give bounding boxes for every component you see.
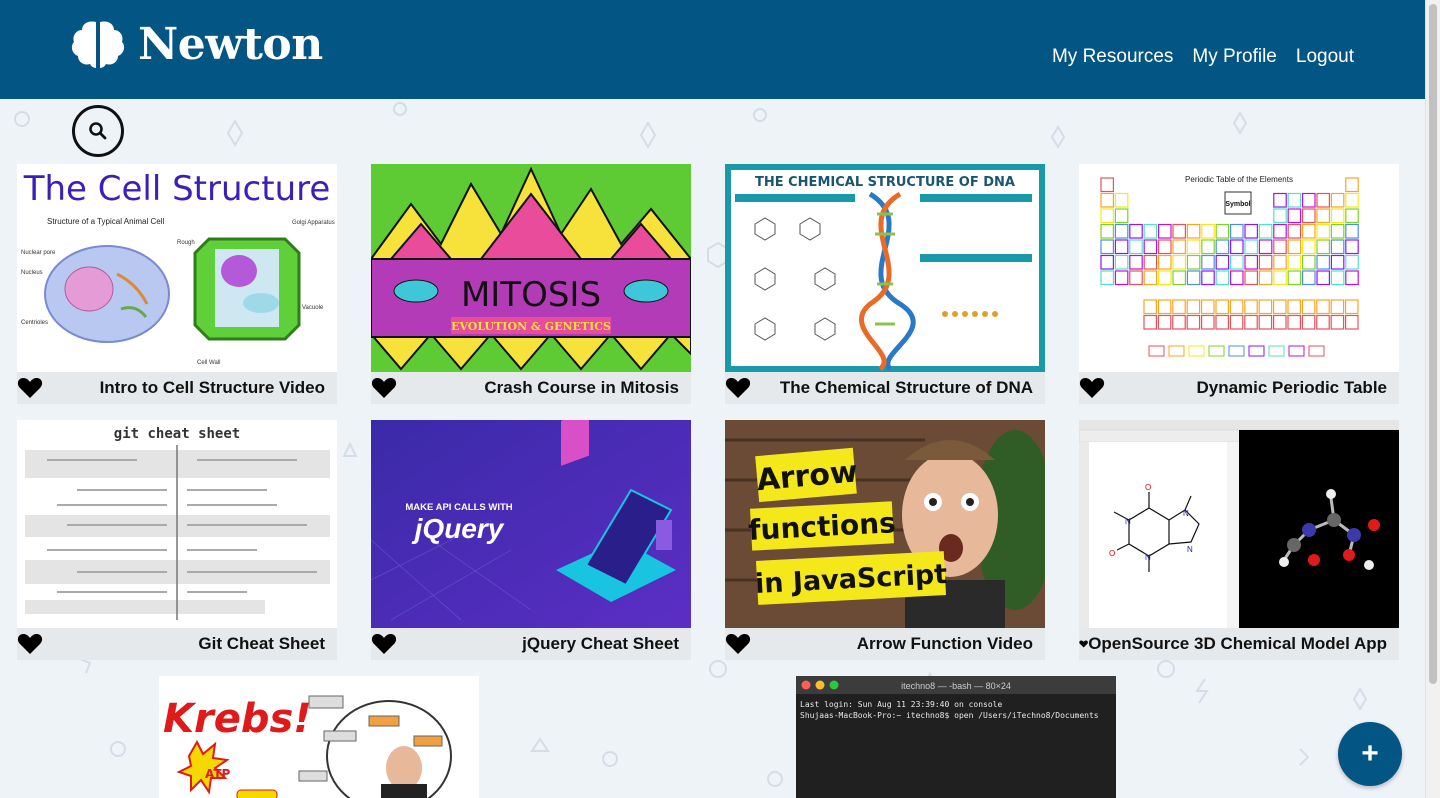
- thumb-caption: Last login: Sun Aug 11 23:39:40 on conso…: [800, 700, 1002, 709]
- card-thumbnail: THE CHEMICAL STRUCTURE OF DNA: [725, 164, 1045, 372]
- vertical-scrollbar[interactable]: [1425, 0, 1440, 798]
- svg-text:O: O: [1145, 483, 1151, 492]
- thumb-heading: Krebs!: [163, 696, 312, 742]
- svg-text:N: N: [1187, 545, 1193, 554]
- card-caption: Arrow Function Video: [725, 628, 1045, 660]
- plus-icon: +: [1361, 737, 1379, 770]
- search-button[interactable]: [72, 105, 124, 157]
- search-icon: [89, 122, 107, 140]
- heart-icon[interactable]: [1079, 632, 1088, 656]
- thumb-caption-2: Shujaas-MacBook-Pro:~ itechno8$ open /Us…: [800, 711, 1099, 720]
- card-caption: Dynamic Periodic Table: [1079, 372, 1399, 404]
- resource-card[interactable]: O O N N N N OpenSource 3D Chemical Model…: [1079, 420, 1399, 660]
- resource-card[interactable]: MAKE API CALLS WITH jQuery jQuery Cheat …: [371, 420, 691, 660]
- thumb-heading: MITOSIS: [461, 275, 601, 315]
- card-title: jQuery Cheat Sheet: [522, 634, 679, 653]
- main-nav: My Resources My Profile Logout: [1052, 46, 1354, 68]
- card-title: Arrow Function Video: [856, 634, 1033, 653]
- thumb-caption: ATP: [205, 767, 231, 781]
- thumb-heading: The Cell Structure: [23, 169, 331, 209]
- card-thumbnail: O O N N N N: [1079, 420, 1399, 628]
- svg-text:N: N: [1125, 517, 1131, 526]
- resource-card[interactable]: Periodic Table of the Elements Symbol Dy…: [1079, 164, 1399, 404]
- card-title: Crash Course in Mitosis: [484, 378, 679, 397]
- svg-text:N: N: [1145, 553, 1151, 562]
- card-thumbnail: Krebs! ATP: [159, 676, 479, 798]
- svg-text:Nuclear pore: Nuclear pore: [21, 250, 56, 256]
- thumb-caption: Symbol: [1225, 201, 1250, 208]
- svg-text:N: N: [1183, 509, 1189, 518]
- card-caption: OpenSource 3D Chemical Model App: [1079, 628, 1399, 660]
- card-caption: jQuery Cheat Sheet: [371, 628, 691, 660]
- add-resource-button[interactable]: +: [1338, 722, 1402, 786]
- top-navbar: Newton My Resources My Profile Logout: [0, 0, 1425, 99]
- heart-icon[interactable]: [725, 376, 751, 400]
- card-caption: The Chemical Structure of DNA: [725, 372, 1045, 404]
- svg-text:Nucleus: Nucleus: [21, 270, 43, 276]
- nav-my-resources[interactable]: My Resources: [1052, 46, 1173, 68]
- heart-icon[interactable]: [371, 376, 397, 400]
- card-title: The Chemical Structure of DNA: [779, 378, 1033, 397]
- card-thumbnail: Arrow functions in JavaScript: [725, 420, 1045, 628]
- card-title: Git Cheat Sheet: [198, 634, 325, 653]
- card-thumbnail: itechno8 — -bash — 80×24 Last login: Sun…: [796, 676, 1116, 798]
- svg-text:Vacuole: Vacuole: [302, 305, 324, 311]
- nav-my-profile[interactable]: My Profile: [1192, 46, 1276, 68]
- card-caption: Git Cheat Sheet: [17, 628, 337, 660]
- card-caption: Crash Course in Mitosis: [371, 372, 691, 404]
- heart-icon[interactable]: [371, 632, 397, 656]
- card-title: Dynamic Periodic Table: [1196, 378, 1387, 397]
- card-caption: Intro to Cell Structure Video: [17, 372, 337, 404]
- thumb-heading: THE CHEMICAL STRUCTURE OF DNA: [755, 175, 1015, 190]
- thumb-caption: MAKE API CALLS WITH: [405, 502, 512, 513]
- card-thumbnail: Periodic Table of the Elements Symbol: [1079, 164, 1399, 372]
- card-thumbnail: MITOSIS EVOLUTION & GENETICS: [371, 164, 691, 372]
- brand-name: Newton: [138, 18, 323, 70]
- thumb-heading: jQuery: [411, 513, 505, 544]
- resource-card[interactable]: MITOSIS EVOLUTION & GENETICS Crash Cours…: [371, 164, 691, 404]
- svg-text:Centrioles: Centrioles: [21, 320, 48, 326]
- svg-text:Golgi Apparatus: Golgi Apparatus: [292, 220, 335, 226]
- card-thumbnail: MAKE API CALLS WITH jQuery: [371, 420, 691, 628]
- heart-icon[interactable]: [17, 376, 43, 400]
- thumb-caption: EVOLUTION & GENETICS: [451, 320, 611, 333]
- scrollbar-thumb[interactable]: [1429, 4, 1437, 684]
- resource-card[interactable]: git cheat sheet Git Cheat Sheet: [17, 420, 337, 660]
- nav-logout[interactable]: Logout: [1296, 46, 1354, 68]
- card-title: OpenSource 3D Chemical Model App: [1088, 634, 1387, 653]
- brand-logo[interactable]: Newton: [70, 18, 323, 70]
- thumb-heading: git cheat sheet: [114, 426, 240, 442]
- thumb-heading: Periodic Table of the Elements: [1185, 175, 1293, 184]
- resource-card[interactable]: itechno8 — -bash — 80×24 Last login: Sun…: [796, 676, 1116, 798]
- svg-text:Rough: Rough: [177, 240, 195, 246]
- heart-icon[interactable]: [725, 632, 751, 656]
- resource-card[interactable]: The Cell Structure Structure of a Typica…: [17, 164, 337, 404]
- thumb-caption: Structure of a Typical Animal Cell: [47, 217, 164, 226]
- svg-text:Cell Wall: Cell Wall: [197, 360, 220, 366]
- resource-card[interactable]: Arrow functions in JavaScript Arrow Func…: [725, 420, 1045, 660]
- resource-card[interactable]: Krebs! ATP: [159, 676, 479, 798]
- heart-icon[interactable]: [1079, 376, 1105, 400]
- thumb-heading: itechno8 — -bash — 80×24: [901, 681, 1011, 691]
- card-title: Intro to Cell Structure Video: [99, 378, 325, 397]
- svg-text:O: O: [1109, 549, 1115, 558]
- brain-icon: [71, 21, 125, 68]
- resource-card[interactable]: THE CHEMICAL STRUCTURE OF DNA The Chemic…: [725, 164, 1045, 404]
- card-thumbnail: git cheat sheet: [17, 420, 337, 628]
- card-thumbnail: The Cell Structure Structure of a Typica…: [17, 164, 337, 372]
- heart-icon[interactable]: [17, 632, 43, 656]
